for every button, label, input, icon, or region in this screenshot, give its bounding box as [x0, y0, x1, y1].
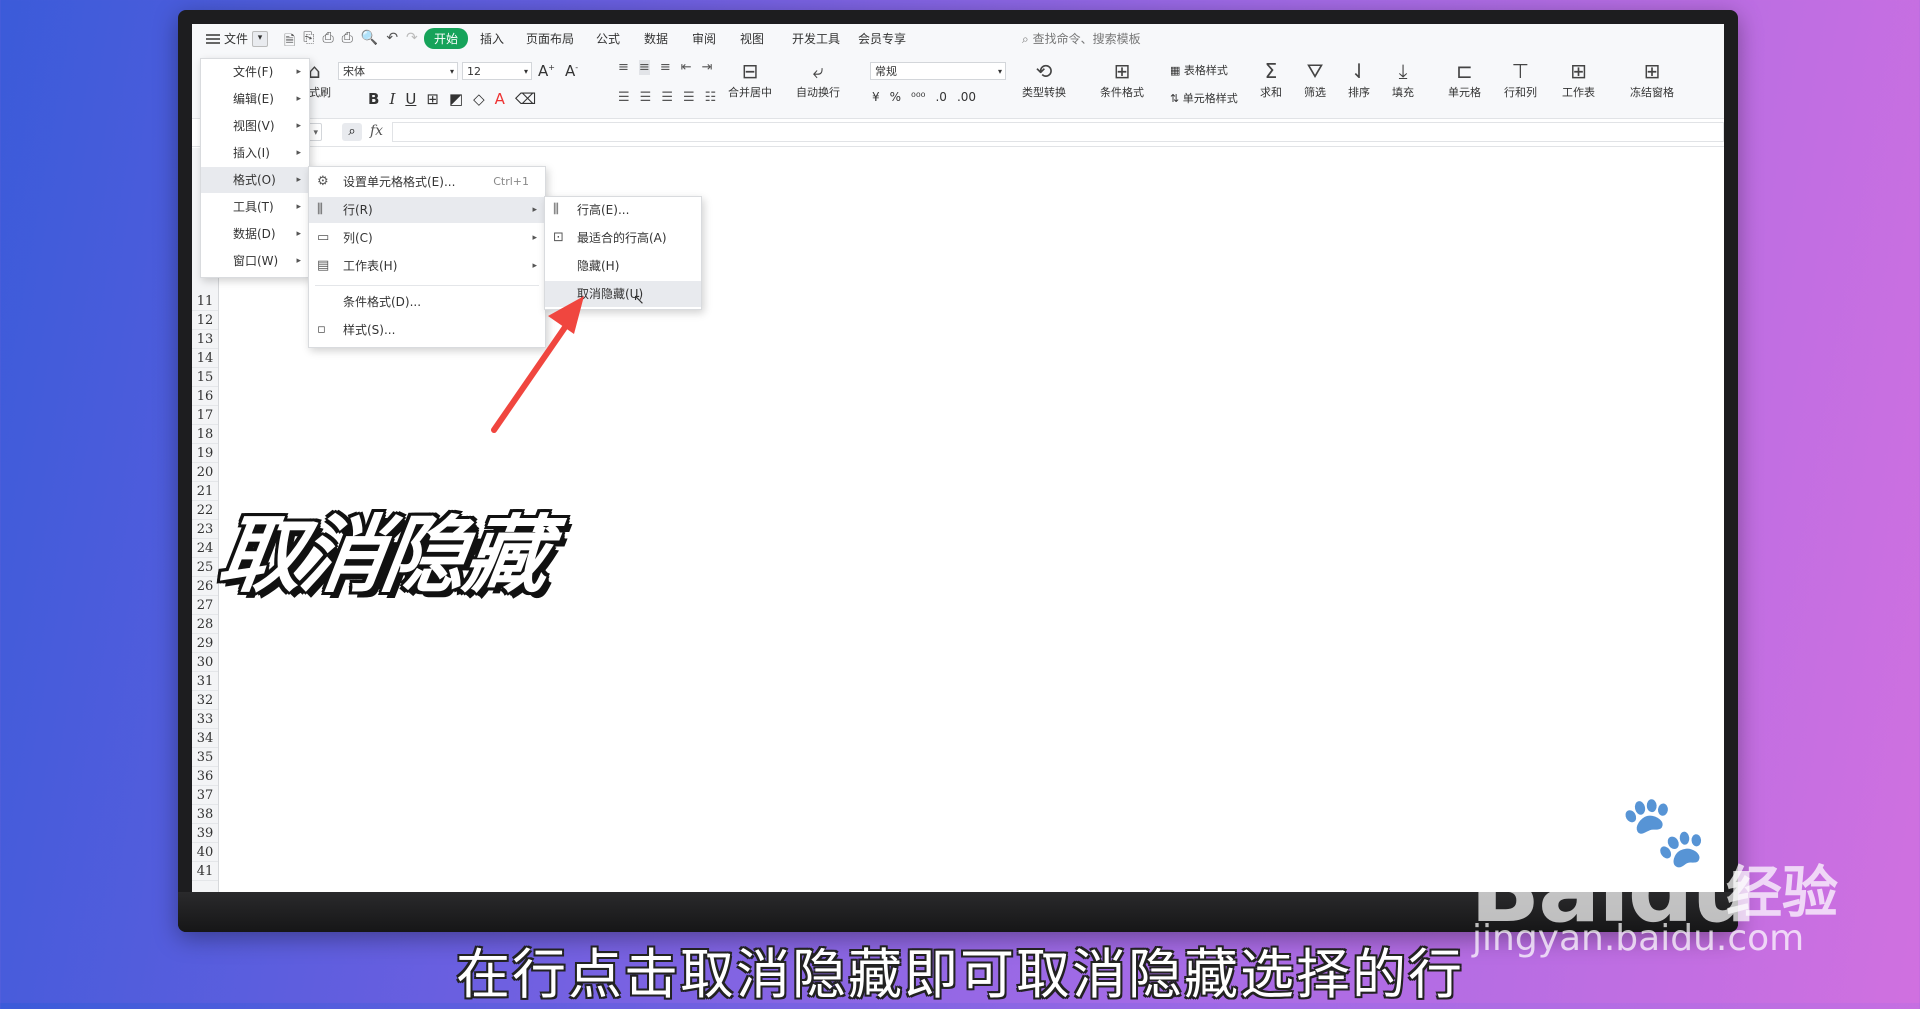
arrow-shaft: [491, 317, 573, 433]
arrow-head: [548, 296, 584, 334]
overlay-title: 取消隐藏: [212, 506, 554, 604]
paw-logo-icon: 🐾: [1620, 790, 1708, 872]
watermark-cn: 经验: [1726, 861, 1838, 926]
watermark-url: jingyan.baidu.com: [1472, 918, 1805, 959]
